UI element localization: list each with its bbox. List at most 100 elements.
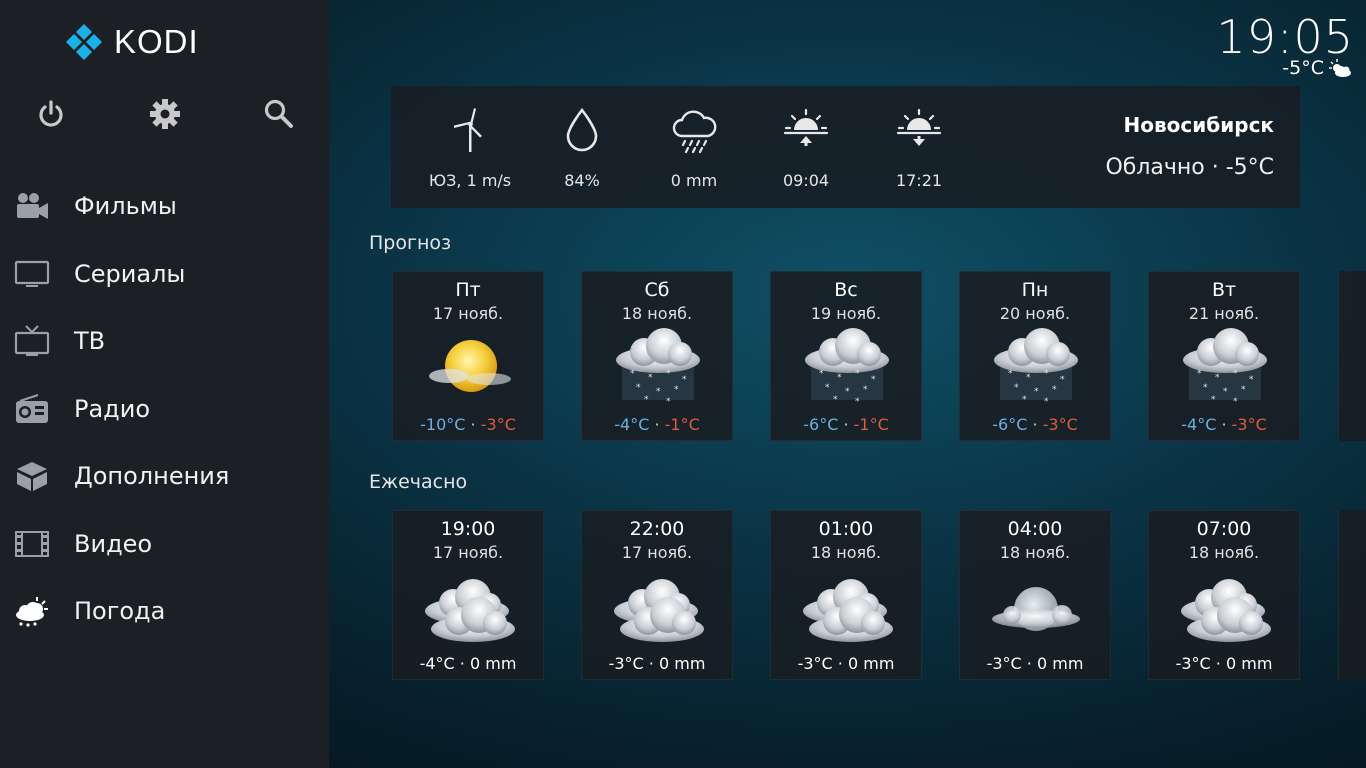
radio-icon	[13, 393, 51, 425]
sunset-value: 17:21	[895, 171, 943, 190]
hourly-date: 17 нояб.	[621, 543, 693, 562]
hourly-card[interactable]: 01:00 18 нояб. -3°C · 0 mm	[770, 510, 922, 680]
forecast-card[interactable]: Сб 18 нояб. * * * * * * * * * -4°C · -1°C	[581, 271, 733, 441]
forecast-card-partial[interactable]	[1338, 271, 1366, 441]
sidebar-item-label: Погода	[74, 597, 166, 625]
forecast-high: -3°C	[1042, 415, 1078, 434]
svg-text:*: *	[648, 373, 653, 383]
forecast-day: Вт	[1211, 279, 1237, 301]
separator: ·	[843, 415, 849, 434]
hourly-date: 18 нояб.	[1188, 543, 1260, 562]
svg-text:*: *	[855, 369, 860, 379]
hourly-card[interactable]: 22:00 17 нояб. -3°C · 0 mm	[581, 510, 733, 680]
current-condition: Облачно · -5°C	[1105, 155, 1274, 180]
svg-text:*: *	[644, 395, 649, 405]
svg-text:*: *	[819, 369, 824, 379]
snow-icon: * * *** * ** *	[1183, 328, 1267, 407]
svg-text:*: *	[666, 397, 671, 407]
search-button[interactable]	[261, 96, 297, 132]
forecast-card[interactable]: Вт 21 нояб. * * * * * * * * * -4°C · -3°C	[1148, 271, 1300, 441]
forecast-card[interactable]: Вс 19 нояб. * * * * * * * * * -6°C · -1°C	[770, 271, 922, 441]
sunny-haze-icon	[429, 340, 511, 392]
forecast-low: -4°C	[614, 415, 650, 434]
rain-cloud-icon	[638, 106, 750, 154]
wind-value: ЮЗ, 1 m/s	[428, 171, 512, 190]
cloudy-moon-icon	[992, 587, 1080, 631]
svg-text:*: *	[666, 369, 671, 379]
svg-text:*: *	[833, 395, 838, 405]
hourly-time: 04:00	[1007, 518, 1063, 540]
forecast-day: Пн	[1021, 279, 1049, 301]
sidebar-item-label: Радио	[74, 395, 151, 423]
separator: ·	[654, 415, 660, 434]
sidebar-item-livetv[interactable]: ТВ	[0, 313, 329, 369]
weather-icon	[13, 595, 51, 627]
forecast-date: 17 нояб.	[432, 304, 504, 323]
forecast-high: -3°C	[480, 415, 516, 434]
hourly-date: 18 нояб.	[999, 543, 1071, 562]
kodi-logo[interactable]: KODI	[64, 22, 199, 62]
svg-text:*: *	[1223, 387, 1228, 397]
forecast-date: 21 нояб.	[1188, 304, 1260, 323]
cloudy-icon	[1181, 579, 1271, 642]
svg-text:*: *	[1203, 383, 1208, 393]
hourly-date: 18 нояб.	[810, 543, 882, 562]
tv-screen-icon	[13, 258, 51, 290]
svg-text:*: *	[636, 383, 641, 393]
cloudy-icon	[803, 579, 893, 642]
hourly-card[interactable]: 07:00 18 нояб. -3°C · 0 mm	[1148, 510, 1300, 680]
sidebar-item-addons[interactable]: Дополнения	[0, 448, 329, 504]
humidity-info: 84%	[526, 86, 638, 208]
sidebar-item-radio[interactable]: Радио	[0, 381, 329, 437]
sunrise-icon	[750, 106, 862, 154]
hourly-card[interactable]: 19:00 17 нояб. -4°C · 0 mm	[392, 510, 544, 680]
wind-info: ЮЗ, 1 m/s	[414, 86, 526, 208]
app-name: KODI	[114, 23, 199, 60]
humidity-value: 84%	[564, 171, 600, 190]
svg-text:*: *	[825, 383, 830, 393]
hourly-title: Ежечасно	[369, 471, 468, 493]
city-name: Новосибирск	[1123, 113, 1274, 137]
sidebar-item-tvshows[interactable]: Сериалы	[0, 246, 329, 302]
forecast-day: Пт	[455, 279, 481, 301]
movie-camera-icon	[13, 190, 51, 222]
svg-text:*: *	[1233, 369, 1238, 379]
sidebar-item-weather[interactable]: Погода	[0, 583, 329, 639]
power-button[interactable]	[33, 96, 69, 132]
sidebar-item-movies[interactable]: Фильмы	[0, 178, 329, 234]
hourly-info: -3°C · 0 mm	[608, 654, 706, 673]
cloudy-icon	[425, 579, 515, 642]
sidebar-item-videos[interactable]: Видео	[0, 516, 329, 572]
sunset-info: 17:21	[863, 86, 975, 208]
film-strip-icon	[13, 528, 51, 560]
hourly-card[interactable]: 04:00 18 нояб. -3°C · 0 mm	[959, 510, 1111, 680]
svg-text:*: *	[1060, 375, 1065, 385]
settings-gear-icon	[150, 99, 180, 129]
forecast-date: 18 нояб.	[621, 304, 693, 323]
forecast-card[interactable]: Пт 17 нояб. -10°C · -3°C	[392, 271, 544, 441]
tv-antenna-icon	[13, 325, 51, 357]
forecast-low: -6°C	[803, 415, 839, 434]
svg-text:*: *	[1034, 387, 1039, 397]
svg-text:*: *	[1052, 385, 1057, 395]
search-icon	[264, 99, 293, 128]
hourly-time: 01:00	[818, 518, 874, 540]
svg-text:*: *	[1014, 383, 1019, 393]
settings-button[interactable]	[147, 96, 183, 132]
partly-cloudy-icon	[1328, 58, 1352, 82]
clock-temperature: -5°C	[1282, 57, 1324, 79]
sidebar-item-label: ТВ	[74, 327, 106, 355]
svg-text:*: *	[855, 397, 860, 407]
forecast-day: Сб	[644, 279, 670, 301]
svg-text:*: *	[1215, 373, 1220, 383]
svg-text:*: *	[656, 387, 661, 397]
svg-text:*: *	[682, 375, 687, 385]
hourly-card-partial[interactable]	[1338, 510, 1366, 680]
hourly-time: 07:00	[1196, 518, 1252, 540]
sidebar-item-label: Сериалы	[74, 260, 186, 288]
forecast-low: -10°C	[420, 415, 466, 434]
hourly-info: -3°C · 0 mm	[797, 654, 895, 673]
hourly-time: 19:00	[440, 518, 496, 540]
svg-text:*: *	[1241, 385, 1246, 395]
forecast-card[interactable]: Пн 20 нояб. * * * * * * * * * -6°C · -3°C	[959, 271, 1111, 441]
